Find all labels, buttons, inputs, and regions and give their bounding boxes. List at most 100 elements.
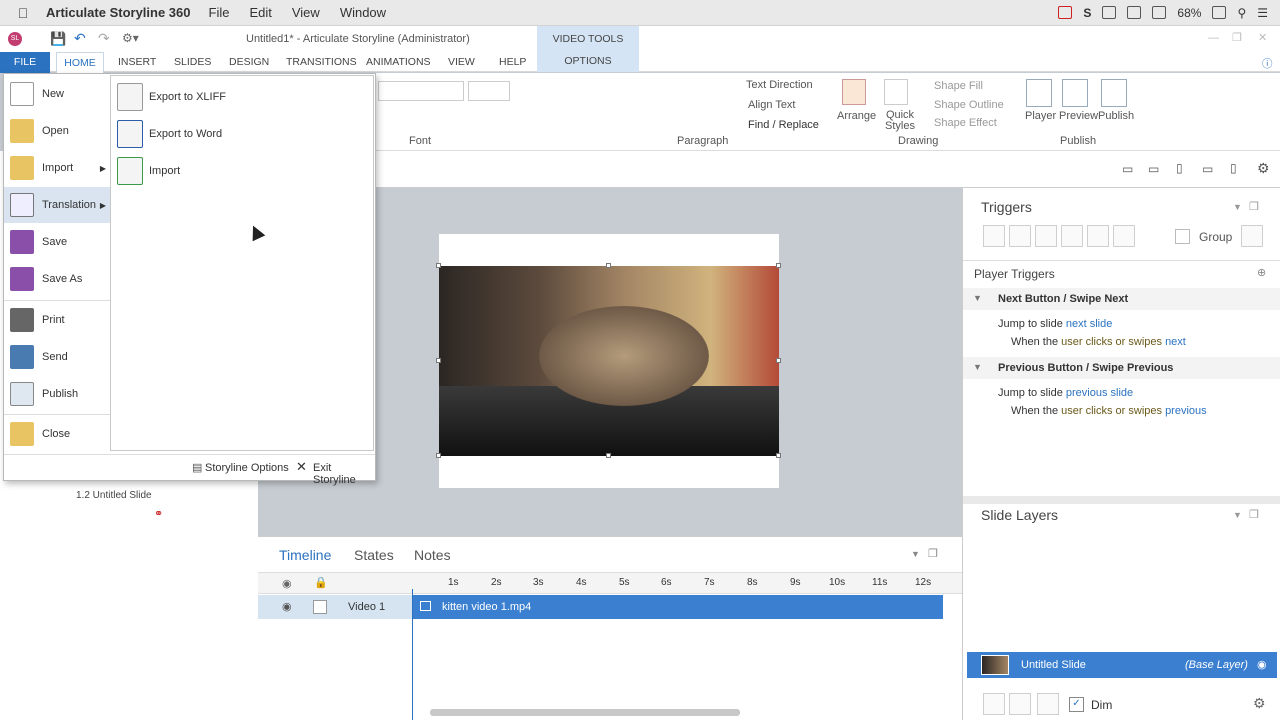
file-menu-open[interactable]: Open — [4, 113, 110, 149]
quick-styles-button[interactable]: Quick Styles — [880, 110, 920, 132]
apple-icon[interactable]:  — [0, 5, 46, 21]
row-visibility-icon[interactable]: ◉ — [282, 600, 292, 613]
arrange-button[interactable]: Arrange — [837, 110, 876, 122]
close-window-icon[interactable]: ✕ — [1258, 31, 1267, 44]
s-app-icon[interactable]: S — [1083, 6, 1091, 20]
file-menu-translation[interactable]: Translation ▶ — [4, 187, 110, 223]
trigger-action[interactable]: Jump to slide next slide — [998, 318, 1112, 330]
tab-help[interactable]: HELP — [499, 56, 526, 68]
trigger-group-header[interactable]: ▼ Previous Button / Swipe Previous — [963, 357, 1280, 379]
lock-icon[interactable]: 🔒 — [314, 576, 328, 589]
menu-file[interactable]: File — [209, 5, 230, 20]
undo-icon[interactable]: ↶ — [74, 30, 86, 47]
resize-handle[interactable] — [606, 453, 611, 458]
row-lock-checkbox[interactable] — [313, 600, 327, 614]
quick-styles-icon[interactable] — [884, 79, 908, 105]
file-menu-close[interactable]: Close — [4, 416, 110, 452]
trigger-condition[interactable]: When the user clicks or swipes previous — [1011, 405, 1207, 417]
phone-landscape-icon[interactable]: ▭ — [1202, 162, 1213, 176]
file-menu-send[interactable]: Send — [4, 339, 110, 375]
trigger-group-header[interactable]: ▼ Next Button / Swipe Next — [963, 288, 1280, 310]
file-menu-save[interactable]: Save — [4, 224, 110, 260]
eye-icon[interactable]: ◉ — [282, 577, 292, 590]
trigger-cond-subject[interactable]: user clicks or swipes — [1061, 336, 1165, 348]
tab-transitions[interactable]: TRANSITIONS — [286, 56, 357, 68]
new-layer-icon[interactable] — [983, 693, 1005, 715]
duplicate-layer-icon[interactable] — [1009, 693, 1031, 715]
search-icon[interactable]: ⚲ — [1237, 6, 1246, 20]
desktop-view-icon[interactable]: ▭ — [1122, 162, 1133, 176]
shape-outline-button[interactable]: Shape Outline — [934, 99, 1004, 111]
tablet-landscape-icon[interactable]: ▭ — [1148, 162, 1159, 176]
restore-icon[interactable]: ❐ — [1232, 31, 1242, 44]
export-word-item[interactable]: Export to Word — [117, 120, 222, 148]
player-icon[interactable] — [1026, 79, 1052, 107]
align-text-button[interactable]: Align Text — [748, 99, 796, 111]
resize-handle[interactable] — [776, 358, 781, 363]
redo-icon[interactable]: ↷ — [98, 30, 110, 47]
wifi-icon[interactable] — [1152, 6, 1167, 19]
shape-fill-button[interactable]: Shape Fill — [934, 80, 983, 92]
quick-access-icon[interactable]: ⚙▾ — [122, 31, 139, 45]
collapse-icon[interactable]: ▼ — [1233, 510, 1242, 520]
storyline-options-button[interactable]: Storyline Options — [205, 462, 289, 474]
menu-window[interactable]: Window — [340, 5, 386, 20]
tab-file[interactable]: FILE — [0, 52, 50, 73]
save-icon[interactable]: 💾 — [50, 31, 66, 47]
tab-timeline[interactable]: Timeline — [279, 547, 331, 563]
battery-icon[interactable] — [1212, 6, 1227, 19]
row-name[interactable]: Video 1 — [348, 601, 385, 613]
tab-design[interactable]: DESIGN — [229, 56, 269, 68]
layer-settings-icon[interactable]: ⚙ — [1253, 695, 1266, 712]
trigger-target-link[interactable]: next slide — [1066, 318, 1112, 330]
delete-trigger-icon[interactable] — [1087, 225, 1109, 247]
copy-trigger-icon[interactable] — [1035, 225, 1057, 247]
resize-handle[interactable] — [436, 358, 441, 363]
player-button[interactable]: Player — [1025, 110, 1056, 122]
tab-slides[interactable]: SLIDES — [174, 56, 211, 68]
file-menu-new[interactable]: New — [4, 76, 110, 112]
battery-text[interactable]: 68% — [1177, 6, 1201, 20]
clipboard-icon[interactable] — [1127, 6, 1142, 19]
find-replace-button[interactable]: Find / Replace — [748, 119, 819, 131]
edit-trigger-icon[interactable] — [1009, 225, 1031, 247]
menu-view[interactable]: View — [292, 5, 320, 20]
float-panel-icon[interactable]: ❐ — [1249, 508, 1259, 521]
collapse-all-icon[interactable]: ⊕ — [1257, 266, 1266, 279]
panel-splitter[interactable] — [963, 496, 1280, 504]
preview-button[interactable]: Preview — [1059, 110, 1098, 122]
resize-handle[interactable] — [436, 453, 441, 458]
resize-handle[interactable] — [606, 263, 611, 268]
record-icon[interactable] — [1058, 6, 1073, 19]
paste-trigger-icon[interactable] — [1061, 225, 1083, 247]
text-direction-button[interactable]: Text Direction — [746, 79, 813, 91]
trigger-settings-icon[interactable] — [1241, 225, 1263, 247]
tab-view[interactable]: VIEW — [448, 56, 475, 68]
preview-icon[interactable] — [1062, 79, 1088, 107]
base-layer-row[interactable]: Untitled Slide (Base Layer) ◉ — [967, 652, 1277, 678]
collapse-icon[interactable]: ▼ — [1233, 202, 1242, 212]
slide-thumb-label[interactable]: 1.2 Untitled Slide — [76, 490, 152, 501]
file-menu-print[interactable]: Print — [4, 302, 110, 338]
minimize-icon[interactable]: — — [1208, 32, 1219, 44]
tab-animations[interactable]: ANIMATIONS — [366, 56, 431, 68]
file-menu-publish[interactable]: Publish — [4, 376, 110, 412]
file-menu-save-as[interactable]: Save As — [4, 261, 110, 297]
timeline-row-header[interactable]: ◉ Video 1 — [258, 595, 412, 619]
trigger-action[interactable]: Jump to slide previous slide — [998, 387, 1133, 399]
tab-notes[interactable]: Notes — [414, 547, 451, 563]
horizontal-scrollbar[interactable] — [430, 709, 740, 716]
publish-ribbon-button[interactable]: Publish — [1098, 110, 1134, 122]
doc-icon[interactable] — [1102, 6, 1117, 19]
phone-portrait-icon[interactable]: ▯ — [1230, 161, 1237, 175]
file-menu-import[interactable]: Import ▶ — [4, 150, 110, 186]
shape-effect-button[interactable]: Shape Effect — [934, 117, 997, 129]
tab-options[interactable]: OPTIONS — [537, 45, 639, 67]
font-size-combo[interactable] — [468, 81, 510, 101]
group-checkbox[interactable] — [1175, 229, 1190, 244]
collapse-icon[interactable]: ▼ — [911, 549, 920, 559]
menu-list-icon[interactable]: ☰ — [1257, 6, 1268, 20]
video-clip-bar[interactable]: kitten video 1.mp4 — [412, 595, 943, 619]
expand-icon[interactable]: ▼ — [973, 362, 982, 372]
translation-import-item[interactable]: Import — [117, 157, 180, 185]
